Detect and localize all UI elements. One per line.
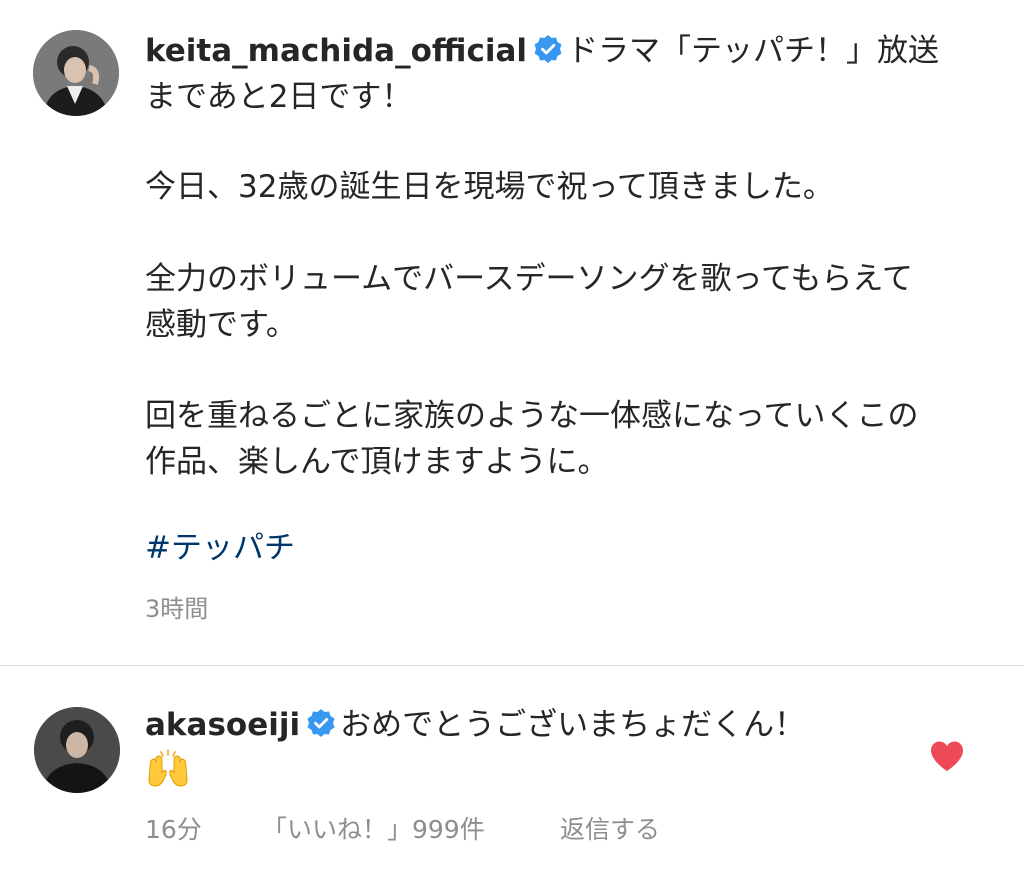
caption-text: 感動です。 (145, 307, 297, 343)
comment-username[interactable]: akasoeiji (145, 707, 300, 743)
person-silhouette-icon (34, 707, 120, 793)
caption-text: まであと2日です！ (145, 79, 413, 115)
comment-like-heart-icon[interactable] (929, 740, 965, 772)
comment-likes-count[interactable]: 「いいね！」999件 (262, 810, 485, 846)
reply-button[interactable]: 返信する (560, 810, 660, 846)
caption-paragraph: 今日、32歳の誕生日を現場で祝って頂きました。 (145, 164, 834, 210)
post-caption-first-line: keita_machida_official ドラマ「テッパチ！」放送 まであと2… (145, 28, 939, 120)
post-author-avatar[interactable] (33, 30, 119, 116)
caption-text: 全力のボリュームでバースデーソングを歌ってもらえて (145, 261, 913, 297)
caption-text: 作品、楽しんで頂けますように。 (145, 444, 609, 480)
comment-timestamp: 16分 (145, 815, 202, 844)
caption-text: 回を重ねるごとに家族のような一体感になっていくこの (145, 398, 919, 434)
divider (0, 665, 1024, 666)
commenter-avatar[interactable] (34, 707, 120, 793)
post-timestamp: 3時間 (145, 595, 209, 623)
post-username[interactable]: keita_machida_official (145, 33, 527, 69)
caption-paragraph: 回を重ねるごとに家族のような一体感になっていくこの 作品、楽しんで頂けますように… (145, 393, 918, 485)
person-silhouette-icon (33, 30, 119, 116)
hashtag-link[interactable]: #テッパチ (145, 525, 295, 571)
verified-badge-icon (306, 708, 336, 738)
raising-hands-emoji-icon (146, 749, 190, 789)
caption-paragraph: 全力のボリュームでバースデーソングを歌ってもらえて 感動です。 (145, 256, 913, 348)
caption-text: 今日、32歳の誕生日を現場で祝って頂きました。 (145, 169, 834, 205)
verified-badge-icon (533, 34, 563, 64)
comment-first-line: akasoeiji おめでとうございまちょだくん！ (145, 702, 805, 748)
comment-text: おめでとうございまちょだくん！ (340, 707, 806, 743)
caption-text: ドラマ「テッパチ！」放送 (567, 33, 939, 69)
